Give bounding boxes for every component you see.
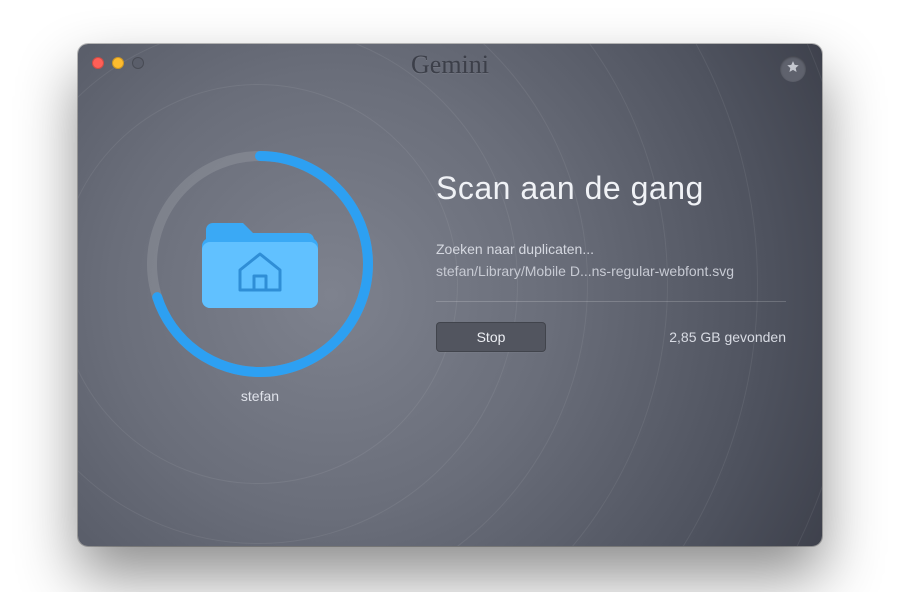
favorites-button[interactable] xyxy=(780,56,806,82)
folder-label: stefan xyxy=(140,388,380,404)
scan-current-path: stefan/Library/Mobile D...ns-regular-web… xyxy=(436,263,786,279)
found-amount: 2,85 GB gevonden xyxy=(669,329,786,345)
scan-status-line: Zoeken naar duplicaten... xyxy=(436,241,786,257)
stop-button[interactable]: Stop xyxy=(436,322,546,352)
action-row: Stop 2,85 GB gevonden xyxy=(436,322,786,352)
scan-visual: stefan xyxy=(140,144,380,424)
home-folder-icon xyxy=(196,212,324,312)
scan-headline: Scan aan de gang xyxy=(436,170,786,207)
app-title: Gemini xyxy=(78,50,822,80)
app-window: Gemini stefan Scan aan de gang Zoeken xyxy=(78,44,822,546)
star-icon xyxy=(786,60,800,79)
divider xyxy=(436,301,786,302)
status-panel: Scan aan de gang Zoeken naar duplicaten.… xyxy=(436,170,786,352)
